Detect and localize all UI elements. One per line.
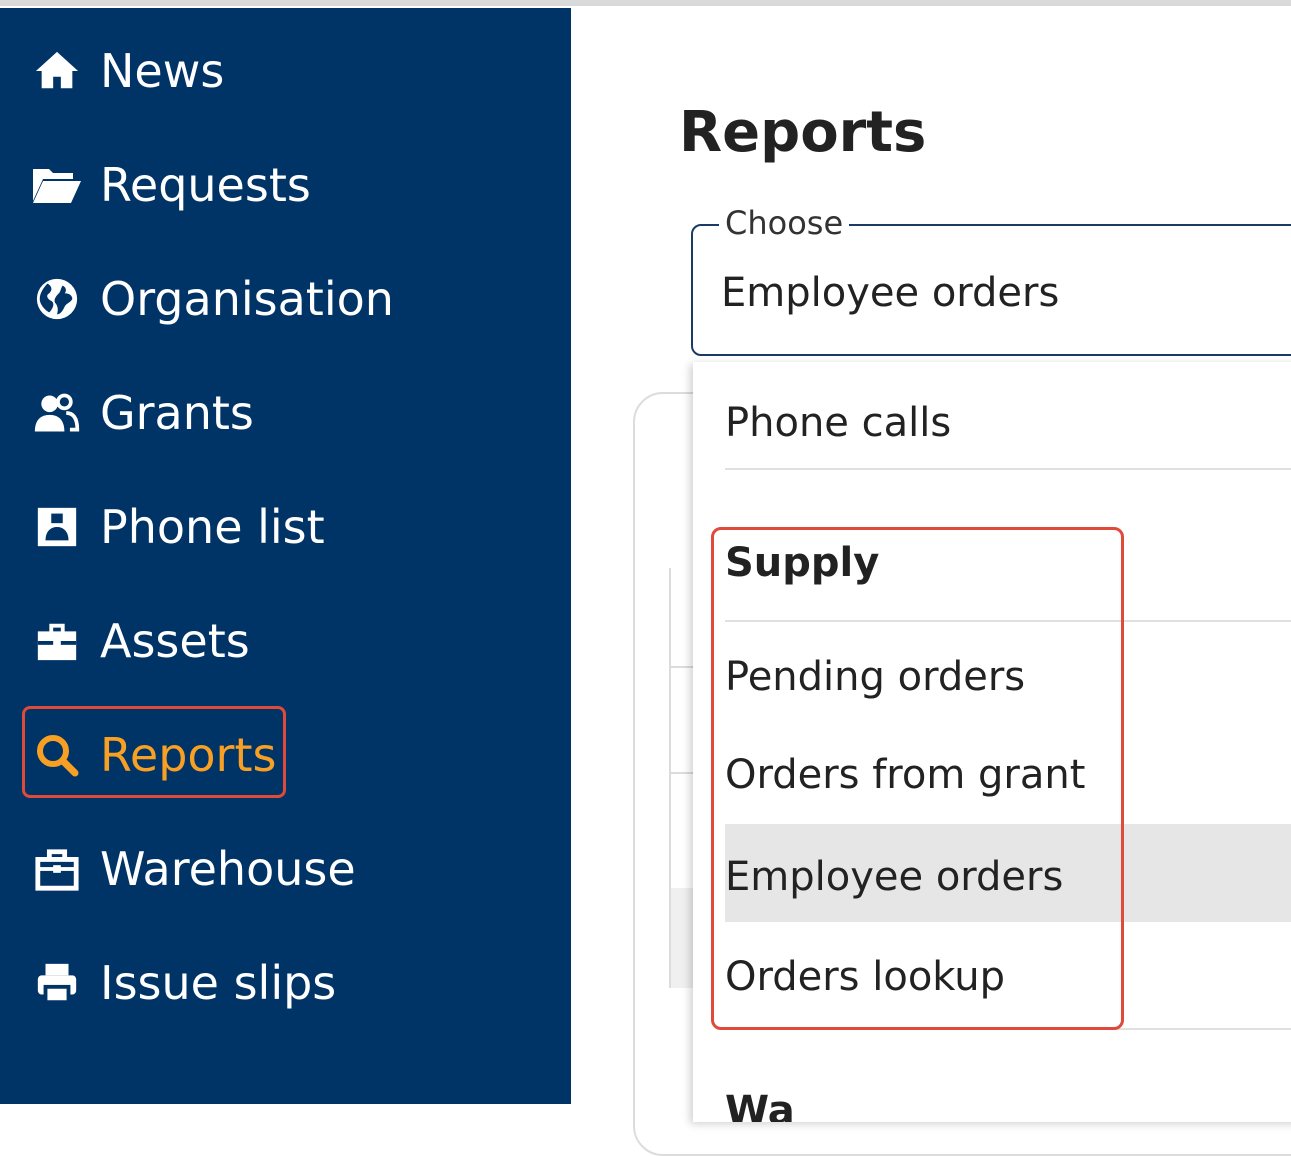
select-value: Employee orders xyxy=(721,270,1060,316)
report-select[interactable]: Choose Employee orders xyxy=(691,204,1291,356)
report-dropdown: Phone calls Supply Pending orders Orders… xyxy=(693,362,1291,1122)
sidebar-item-label: Requests xyxy=(100,158,311,212)
group-header-supply: Supply xyxy=(725,540,880,586)
sidebar-item-issue-slips[interactable]: Issue slips xyxy=(30,948,336,1018)
group-header-partial: Wa xyxy=(725,1088,795,1122)
sidebar-item-label: Organisation xyxy=(100,272,394,326)
reports-highlight-box xyxy=(22,706,286,798)
option-orders-lookup[interactable]: Orders lookup xyxy=(725,954,1285,1000)
sidebar-item-grants[interactable]: Grants xyxy=(30,378,254,448)
sidebar-item-requests[interactable]: Requests xyxy=(30,150,311,220)
globe-icon xyxy=(30,272,84,326)
option-separator xyxy=(725,468,1291,470)
sidebar-item-label: News xyxy=(100,44,225,98)
sidebar-item-label: Assets xyxy=(100,614,250,668)
option-employee-orders[interactable]: Employee orders xyxy=(725,854,1285,900)
main-content: Reports Choose Employee orders Phone cal… xyxy=(571,8,1291,1156)
page-title: Reports xyxy=(679,100,927,165)
folder-open-icon xyxy=(30,158,84,212)
option-orders-from-grant[interactable]: Orders from grant xyxy=(725,752,1285,798)
contact-card-icon xyxy=(30,500,84,554)
option-pending-orders[interactable]: Pending orders xyxy=(725,654,1285,700)
printer-icon xyxy=(30,956,84,1010)
top-border xyxy=(0,0,1291,6)
sidebar-item-label: Warehouse xyxy=(100,842,356,896)
sidebar: News Requests Organisation Grants Phone … xyxy=(0,8,571,1104)
sidebar-item-label: Issue slips xyxy=(100,956,337,1010)
users-icon xyxy=(30,386,84,440)
sidebar-item-assets[interactable]: Assets xyxy=(30,606,250,676)
sidebar-item-news[interactable]: News xyxy=(30,36,224,106)
sidebar-item-label: Phone list xyxy=(100,500,325,554)
option-separator xyxy=(725,620,1291,622)
sidebar-item-phone-list[interactable]: Phone list xyxy=(30,492,325,562)
option-separator xyxy=(725,1028,1291,1030)
home-icon xyxy=(30,44,84,98)
briefcase-icon xyxy=(30,614,84,668)
sidebar-item-organisation[interactable]: Organisation xyxy=(30,264,394,334)
sidebar-item-label: Grants xyxy=(100,386,254,440)
sidebar-item-warehouse[interactable]: Warehouse xyxy=(30,834,356,904)
option-phone-calls[interactable]: Phone calls xyxy=(725,400,1285,446)
select-legend: Choose xyxy=(719,204,850,242)
warehouse-icon xyxy=(30,842,84,896)
